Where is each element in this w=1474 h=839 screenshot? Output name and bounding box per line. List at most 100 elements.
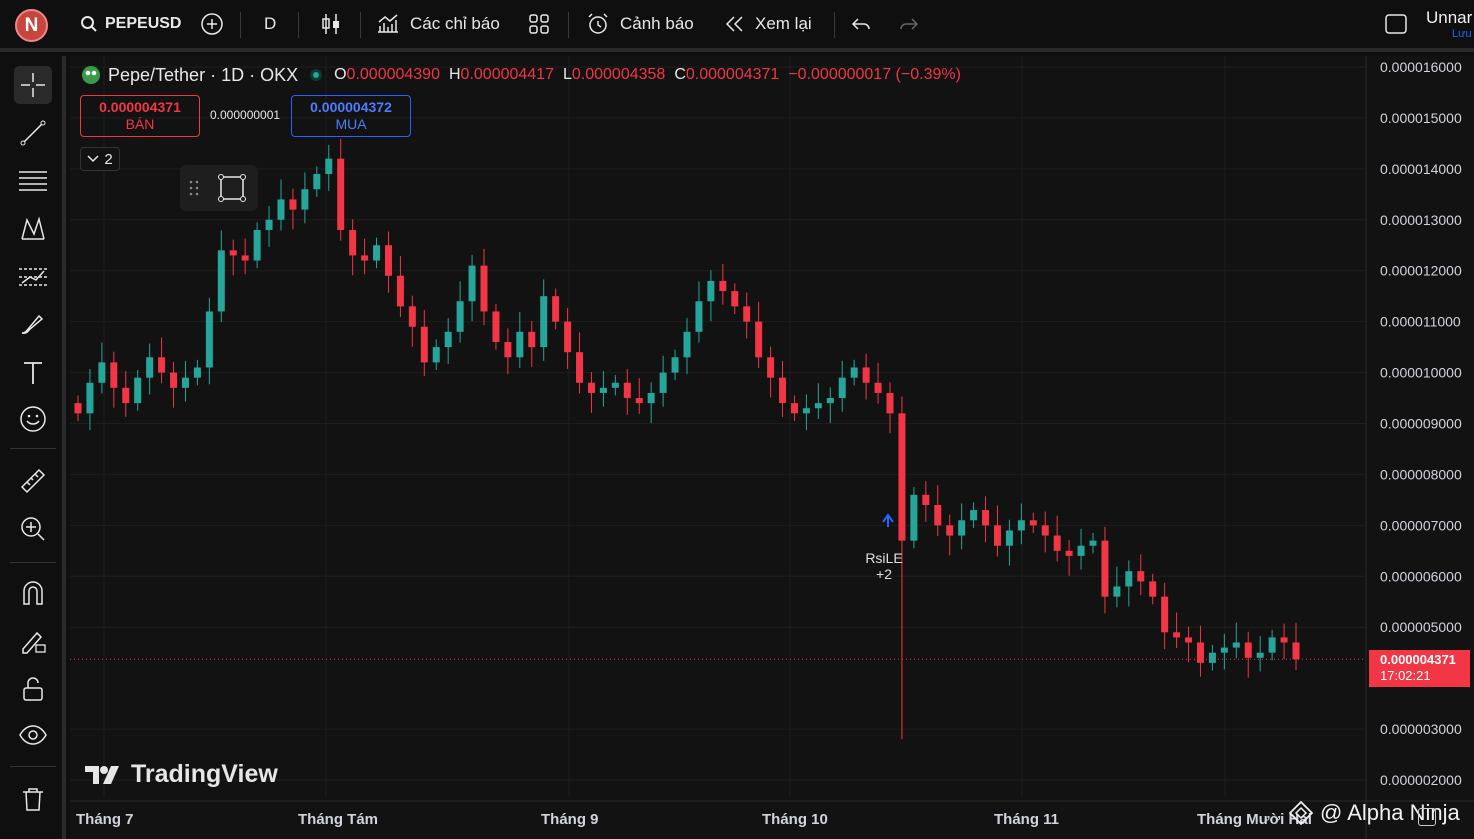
candle-body bbox=[528, 331, 536, 348]
candle-body bbox=[1173, 632, 1181, 638]
magnet-icon bbox=[23, 581, 43, 605]
credit-text: @ Alpha Ninja bbox=[1320, 800, 1460, 825]
y-axis-tick-label: 0.000009000 bbox=[1380, 416, 1462, 432]
candle-body bbox=[205, 311, 213, 368]
candle-body bbox=[611, 382, 619, 388]
undo-button[interactable] bbox=[850, 0, 872, 48]
trend-line-tool[interactable] bbox=[14, 114, 52, 152]
signal-name: RsiLE bbox=[865, 550, 903, 566]
rectangle-select-icon[interactable] bbox=[217, 173, 247, 203]
templates-button[interactable] bbox=[528, 0, 550, 48]
alarm-clock-icon bbox=[588, 13, 608, 34]
candle-body bbox=[1232, 642, 1240, 648]
candle-body bbox=[1268, 637, 1276, 653]
indicators-button[interactable]: Các chỉ báo bbox=[376, 0, 500, 48]
toolbar-divider bbox=[10, 766, 56, 767]
candle-body bbox=[790, 403, 798, 414]
candle-body bbox=[504, 342, 512, 358]
candle-body bbox=[349, 229, 357, 256]
pattern-tool[interactable] bbox=[14, 210, 52, 248]
candle-body bbox=[671, 357, 679, 373]
alerts-button[interactable]: Cảnh báo bbox=[586, 0, 694, 48]
grid-icon bbox=[529, 14, 549, 34]
undo-icon bbox=[851, 18, 870, 30]
market-status-dot[interactable] bbox=[310, 69, 323, 81]
candle-body bbox=[420, 326, 428, 363]
y-axis-tick-label: 0.000003000 bbox=[1380, 721, 1462, 737]
save-status[interactable]: Lưu bbox=[1452, 28, 1472, 40]
candle-body bbox=[516, 331, 524, 358]
symbol-search-button[interactable]: PEPEUSD bbox=[80, 0, 181, 48]
candle-body bbox=[1077, 545, 1085, 556]
horizontal-lines-icon bbox=[19, 171, 47, 191]
candle-body bbox=[695, 301, 703, 332]
tradingview-watermark[interactable]: TradingView bbox=[85, 760, 278, 789]
chevron-down-icon bbox=[87, 155, 99, 163]
diamond-logo-icon bbox=[1288, 800, 1314, 826]
crosshair-tool[interactable] bbox=[14, 66, 52, 104]
text-tool[interactable] bbox=[14, 354, 52, 392]
interval-button[interactable]: D bbox=[264, 0, 276, 48]
candle-body bbox=[1053, 535, 1061, 551]
chart-pane[interactable]: 0.000016000 0.000015000 0.000014000 0.00001… bbox=[70, 56, 1474, 839]
buy-label: MUA bbox=[335, 116, 367, 132]
replay-button[interactable]: Xem lại bbox=[724, 0, 812, 48]
toolbar-divider bbox=[834, 12, 835, 38]
indicators-collapse-button[interactable]: 2 bbox=[80, 147, 120, 171]
zoom-tool[interactable] bbox=[14, 510, 52, 548]
y-axis-tick-label: 0.000016000 bbox=[1380, 59, 1462, 75]
candle-body bbox=[1244, 642, 1252, 658]
layout-button[interactable] bbox=[1384, 0, 1408, 48]
candle-body bbox=[384, 245, 392, 276]
compare-symbol-button[interactable] bbox=[200, 0, 224, 48]
close-label: C bbox=[674, 66, 686, 83]
watermark-text: TradingView bbox=[131, 760, 278, 788]
sell-button[interactable]: 0.000004371 BÁN bbox=[80, 95, 200, 137]
candle-body bbox=[229, 250, 237, 256]
fib-tool[interactable] bbox=[14, 162, 52, 200]
measure-tool[interactable] bbox=[14, 462, 52, 500]
x-axis-tick-label: Tháng 10 bbox=[762, 811, 828, 828]
strategy-signal-label[interactable]: RsiLE +2 bbox=[862, 550, 906, 582]
eye-icon bbox=[19, 725, 47, 745]
chart-type-button[interactable] bbox=[320, 0, 342, 48]
layout-name[interactable]: Unnar bbox=[1426, 8, 1472, 28]
crosshair-icon bbox=[21, 73, 45, 97]
candle-body bbox=[755, 321, 763, 358]
high-value: 0.000004417 bbox=[460, 66, 554, 83]
lock-all-tool[interactable] bbox=[14, 670, 52, 708]
hide-drawings-tool[interactable] bbox=[14, 716, 52, 754]
user-avatar[interactable]: N bbox=[15, 9, 48, 42]
emoji-tool[interactable] bbox=[14, 400, 52, 438]
brush-icon bbox=[21, 314, 44, 334]
drag-handle-icon[interactable] bbox=[189, 179, 199, 197]
top-toolbar: N PEPEUSD D Các chỉ báo Cảnh báo Xem lại… bbox=[0, 0, 1474, 52]
candle-body bbox=[970, 510, 978, 521]
redo-button[interactable] bbox=[898, 0, 920, 48]
candle-body bbox=[1256, 652, 1264, 658]
toolbar-divider bbox=[298, 12, 299, 38]
symbol-title[interactable]: Pepe/Tether · 1D · OKX bbox=[108, 65, 298, 86]
candle-body bbox=[253, 229, 261, 261]
candle-body bbox=[98, 362, 106, 383]
candle-body bbox=[337, 158, 345, 230]
bar-countdown: 17:02:21 bbox=[1380, 668, 1431, 683]
low-label: L bbox=[562, 66, 572, 83]
candle-body bbox=[540, 296, 548, 348]
candle-body bbox=[934, 504, 942, 526]
magnet-tool[interactable] bbox=[14, 574, 52, 612]
brush-tool[interactable] bbox=[14, 306, 52, 344]
candle-body bbox=[86, 382, 94, 414]
symbol-label: PEPEUSD bbox=[105, 15, 182, 32]
candle-body bbox=[982, 510, 990, 526]
lock-drawings-edit-tool[interactable] bbox=[14, 622, 52, 660]
candle-body bbox=[1220, 647, 1228, 653]
prediction-tool[interactable] bbox=[14, 258, 52, 296]
price-chart[interactable]: 0.000016000 0.000015000 0.000014000 0.00001… bbox=[70, 56, 1474, 839]
candle-body bbox=[659, 372, 667, 393]
buy-button[interactable]: 0.000004372 MUA bbox=[291, 95, 411, 137]
candle-body bbox=[623, 382, 631, 399]
fullscreen-icon[interactable] bbox=[1418, 808, 1436, 826]
zoom-in-icon bbox=[21, 517, 45, 541]
remove-drawings-tool[interactable] bbox=[14, 780, 52, 818]
